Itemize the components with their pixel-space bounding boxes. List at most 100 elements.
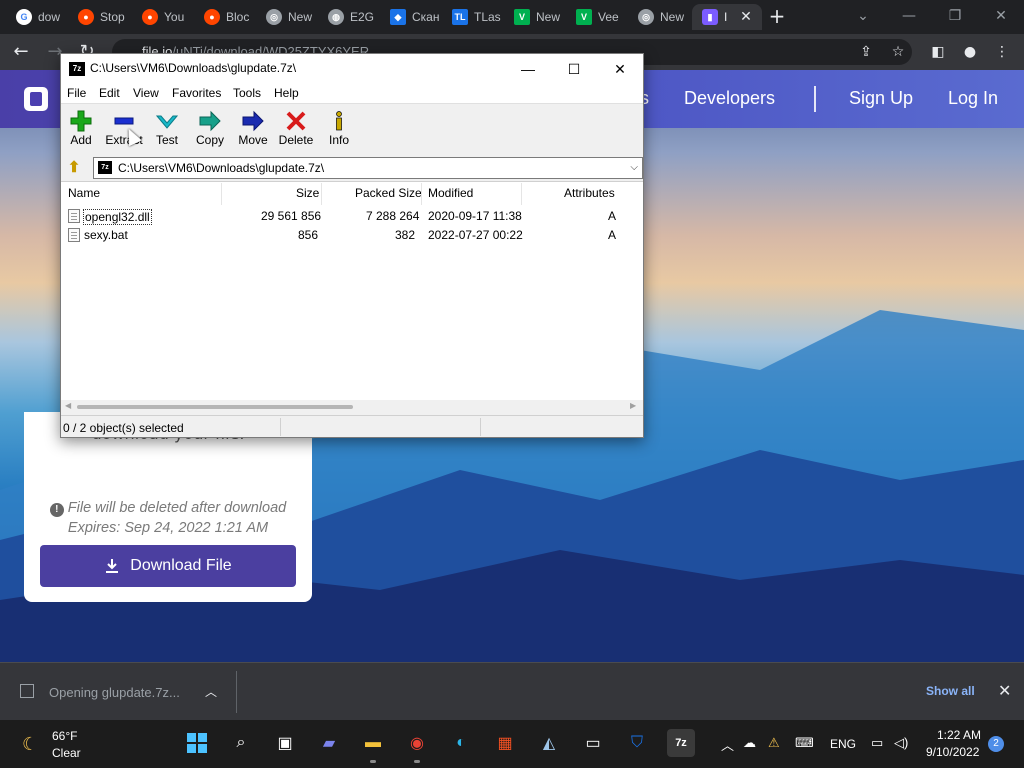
file-modified: 2020-09-17 11:38: [428, 209, 522, 223]
col-divider[interactable]: [521, 183, 522, 205]
7zip-title: C:\Users\VM6\Downloads\glupdate.7z\: [90, 61, 297, 75]
info-button[interactable]: Info: [319, 109, 359, 147]
nav-developers[interactable]: Developers: [684, 88, 775, 109]
moon-icon[interactable]: ☾: [22, 734, 38, 755]
tab-3[interactable]: ● Bloc: [194, 4, 256, 30]
file-explorer-icon[interactable]: ▬: [359, 729, 387, 763]
fileio-logo[interactable]: [24, 87, 48, 111]
profile-icon[interactable]: ●: [960, 42, 980, 62]
bookmark-star-icon[interactable]: ☆: [888, 42, 908, 62]
chevron-down-icon[interactable]: ⌵: [630, 158, 638, 178]
add-button[interactable]: Add: [61, 109, 101, 147]
restore-button[interactable]: ❐: [942, 4, 968, 28]
tab-8[interactable]: V New: [504, 4, 566, 30]
chevron-up-icon[interactable]: ︿: [205, 683, 217, 700]
reddit-icon: ●: [142, 9, 158, 25]
display-icon[interactable]: ▭: [871, 735, 883, 751]
7zip-close-button[interactable]: ✕: [597, 54, 643, 84]
scroll-left-icon[interactable]: ◀: [65, 401, 71, 410]
scroll-thumb[interactable]: [77, 405, 353, 409]
menu-edit[interactable]: Edit: [99, 86, 120, 100]
onedrive-off-icon[interactable]: ☁: [743, 735, 756, 751]
close-tab-icon[interactable]: ✕: [738, 9, 754, 25]
new-tab-button[interactable]: +: [766, 6, 788, 28]
close-icon[interactable]: ✕: [998, 681, 1011, 701]
download-file-button[interactable]: Download File: [40, 545, 296, 587]
folder-up-icon[interactable]: ⬆: [65, 159, 83, 177]
weather-condition[interactable]: Clear: [52, 746, 81, 760]
task-view-icon[interactable]: ▣: [271, 729, 299, 757]
weather-temp[interactable]: 66°F: [52, 729, 77, 743]
menu-view[interactable]: View: [133, 86, 159, 100]
nav-sign-up[interactable]: Sign Up: [849, 88, 913, 109]
table-row[interactable]: opengl32.dll 29 561 856 7 288 264 2020-0…: [61, 207, 643, 226]
close-window-button[interactable]: ✕: [988, 4, 1014, 28]
keyboard-icon[interactable]: ⌨: [795, 735, 814, 751]
defender-icon[interactable]: ⛉: [623, 729, 651, 757]
tab-0[interactable]: G dow: [6, 4, 68, 30]
7zip-taskbar-icon[interactable]: 7z: [667, 729, 695, 757]
table-row[interactable]: sexy.bat 856 382 2022-07-27 00:22 A: [61, 226, 643, 245]
menu-kebab-icon[interactable]: ⋮: [992, 42, 1012, 62]
col-divider[interactable]: [421, 183, 422, 205]
show-all-link[interactable]: Show all: [926, 684, 975, 698]
col-name[interactable]: Name: [68, 186, 100, 200]
share-icon[interactable]: ⇪: [856, 42, 876, 62]
delete-note: File will be deleted after download: [67, 500, 287, 516]
clock-date[interactable]: 9/10/2022: [926, 745, 979, 759]
col-packed-size[interactable]: Packed Size: [355, 186, 422, 200]
search-icon[interactable]: ⌕: [227, 729, 255, 757]
menu-tools[interactable]: Tools: [233, 86, 261, 100]
tab-5[interactable]: ◍ E2G: [318, 4, 380, 30]
expires-text: Expires: Sep 24, 2022 1:21 AM: [67, 520, 269, 536]
volume-icon[interactable]: ◁): [894, 735, 908, 751]
tab-7[interactable]: TL TLas: [442, 4, 504, 30]
test-button[interactable]: Test: [147, 109, 187, 147]
store-icon[interactable]: ▦: [491, 729, 519, 757]
chrome-taskbar-icon[interactable]: ◉: [403, 729, 431, 763]
tab-9[interactable]: V Vee: [566, 4, 628, 30]
tab-1[interactable]: ● Stop: [68, 4, 130, 30]
horizontal-scrollbar[interactable]: ◀ ▶: [61, 400, 643, 414]
minimize-button[interactable]: —: [896, 4, 922, 28]
7zip-maximize-button[interactable]: ☐: [551, 54, 597, 84]
terminal-icon[interactable]: ▭: [579, 729, 607, 757]
tab-10[interactable]: ◎ New: [628, 4, 690, 30]
reddit-icon: ●: [204, 9, 220, 25]
7zip-minimize-button[interactable]: —: [505, 54, 551, 84]
menu-favorites[interactable]: Favorites: [172, 86, 221, 100]
reddit-icon: ●: [78, 9, 94, 25]
col-size[interactable]: Size: [296, 186, 319, 200]
nav-log-in[interactable]: Log In: [948, 88, 998, 109]
back-button[interactable]: ←: [10, 41, 32, 63]
menu-file[interactable]: File: [67, 86, 86, 100]
resource-monitor-icon[interactable]: ◭: [535, 729, 563, 757]
download-file-label: Download File: [130, 557, 232, 574]
tab-4[interactable]: ◎ New: [256, 4, 318, 30]
notification-badge[interactable]: 2: [988, 736, 1004, 752]
col-attributes[interactable]: Attributes: [564, 186, 615, 200]
language-indicator[interactable]: ENG: [830, 737, 856, 751]
copy-button[interactable]: Copy: [190, 109, 230, 147]
move-button[interactable]: Move: [233, 109, 273, 147]
delete-button[interactable]: Delete: [276, 109, 316, 147]
7zip-path-field[interactable]: 7z C:\Users\VM6\Downloads\glupdate.7z\ ⌵: [93, 157, 643, 179]
tab-search-icon[interactable]: ⌄: [850, 4, 876, 28]
col-modified[interactable]: Modified: [428, 186, 473, 200]
start-button[interactable]: [183, 729, 211, 757]
download-item-name[interactable]: Opening glupdate.7z...: [49, 685, 180, 700]
archive-icon: 7z: [98, 161, 112, 174]
side-panel-icon[interactable]: ◧: [928, 42, 948, 62]
tab-2[interactable]: ● You: [132, 4, 194, 30]
security-warning-icon[interactable]: ⚠: [768, 735, 780, 751]
edge-icon[interactable]: ◐: [447, 729, 475, 757]
scroll-right-icon[interactable]: ▶: [630, 401, 636, 410]
chevron-up-tray-icon[interactable]: ︿: [721, 735, 734, 754]
7zip-titlebar[interactable]: 7z C:\Users\VM6\Downloads\glupdate.7z\ —…: [61, 54, 643, 84]
menu-help[interactable]: Help: [274, 86, 299, 100]
clock-time[interactable]: 1:22 AM: [937, 728, 981, 742]
tab-6[interactable]: ◆ Скан: [380, 4, 442, 30]
col-divider[interactable]: [221, 183, 222, 205]
col-divider[interactable]: [321, 183, 322, 205]
chat-icon[interactable]: ▰: [315, 729, 343, 757]
